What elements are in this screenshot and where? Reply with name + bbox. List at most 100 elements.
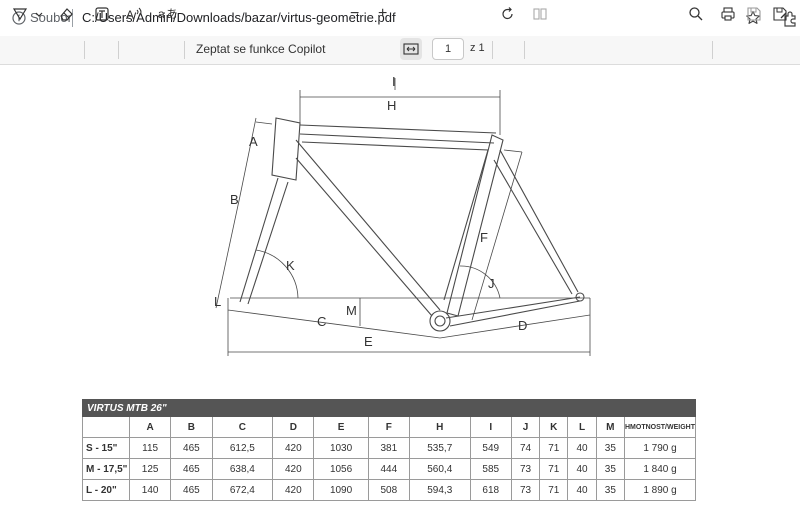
column-header: K — [539, 416, 569, 438]
table-cell: 444 — [367, 458, 410, 480]
dim-label-m: M — [346, 303, 357, 318]
dim-label-d: D — [518, 318, 527, 333]
column-header: M — [595, 416, 626, 438]
table-cell: 465 — [170, 479, 213, 501]
table-cell: 1 840 g — [624, 458, 696, 480]
column-header: E — [313, 416, 369, 438]
ask-copilot-button[interactable]: Zeptat se funkce Copilot — [196, 42, 325, 56]
svg-text:あ: あ — [166, 7, 176, 21]
column-header: B — [170, 416, 213, 438]
page-view-button[interactable] — [532, 5, 548, 23]
dim-label-k: K — [286, 258, 295, 273]
table-title: VIRTUS MTB 26" — [82, 399, 696, 417]
column-header: C — [211, 416, 274, 438]
dim-label-b: B — [230, 192, 239, 207]
address-bar: Soubor C:/Users/Admin/Downloads/bazar/vi… — [0, 0, 800, 37]
toolbar-divider — [184, 41, 185, 59]
geometry-table: VIRTUS MTB 26" A B C D E F H I J K L M H… — [82, 399, 696, 501]
table-cell: 40 — [567, 479, 597, 501]
size-cell: S - 15" — [82, 437, 130, 459]
table-cell: 420 — [272, 437, 315, 459]
column-header: J — [510, 416, 541, 438]
fit-width-button[interactable] — [400, 38, 422, 60]
table-caption-row: VIRTUS MTB 26" — [82, 399, 696, 417]
table-cell: 73 — [510, 458, 541, 480]
table-cell: 1090 — [313, 479, 369, 501]
text-box-icon — [95, 7, 109, 21]
dim-label-c: C — [317, 314, 326, 329]
table-cell: 672,4 — [211, 479, 274, 501]
column-header: F — [367, 416, 410, 438]
two-page-icon — [533, 8, 547, 20]
table-cell: 1 790 g — [624, 437, 696, 459]
rotate-button[interactable] — [500, 5, 516, 23]
text-button[interactable] — [94, 5, 110, 23]
table-cell: 612,5 — [211, 437, 274, 459]
draw-button[interactable] — [12, 5, 28, 23]
column-header: A — [128, 416, 172, 438]
size-cell: L - 20" — [82, 479, 130, 501]
table-cell: 35 — [595, 479, 626, 501]
toolbar-divider — [118, 41, 119, 59]
table-cell: 140 — [128, 479, 172, 501]
table-cell: 535,7 — [408, 437, 471, 459]
table-cell: 71 — [539, 437, 569, 459]
dim-label-j: J — [488, 276, 495, 291]
page-number-input[interactable]: 1 — [432, 38, 464, 60]
column-header: L — [567, 416, 597, 438]
table-cell: 381 — [367, 437, 410, 459]
table-cell: 549 — [469, 437, 512, 459]
search-button[interactable] — [688, 5, 704, 23]
dim-label-a: A — [249, 134, 258, 149]
dim-label-f: F — [480, 230, 488, 245]
save-button[interactable] — [746, 5, 762, 23]
chevron-down-icon — [35, 12, 43, 17]
dim-label-h: H — [387, 98, 396, 113]
toolbar-divider — [492, 41, 493, 59]
size-cell: M - 17,5" — [82, 458, 130, 480]
save-icon — [747, 7, 761, 21]
column-header: D — [272, 416, 315, 438]
table-cell: 74 — [510, 437, 541, 459]
zoom-in-button[interactable]: + — [378, 5, 387, 23]
table-header-row: A B C D E F H I J K L M HMOTNOST/WEIGHT — [82, 416, 696, 438]
draw-icon — [12, 8, 28, 21]
svg-text:a: a — [158, 7, 165, 21]
table-row: S - 15" 115 465 612,5 420 1030 381 535,7… — [82, 437, 696, 459]
draw-options-button[interactable] — [34, 5, 44, 23]
table-cell: 585 — [469, 458, 512, 480]
dim-label-l: L — [214, 294, 221, 309]
translate-button[interactable]: aあ — [158, 5, 176, 23]
table-cell: 618 — [469, 479, 512, 501]
toolbar-divider — [524, 41, 525, 59]
toolbar-divider — [84, 41, 85, 59]
table-cell: 115 — [128, 437, 172, 459]
search-icon — [689, 7, 703, 21]
table-row: M - 17,5" 125 465 638,4 420 1056 444 560… — [82, 458, 696, 480]
save-as-button[interactable] — [772, 5, 788, 23]
table-cell: 40 — [567, 458, 597, 480]
erase-button[interactable] — [58, 5, 74, 23]
table-cell: 420 — [272, 458, 315, 480]
table-cell: 508 — [367, 479, 410, 501]
table-cell: 125 — [128, 458, 172, 480]
table-cell: 560,4 — [408, 458, 471, 480]
save-as-icon — [773, 7, 787, 21]
table-cell: 40 — [567, 437, 597, 459]
read-aloud-icon: A — [126, 7, 142, 22]
table-cell: 1056 — [313, 458, 369, 480]
table-cell: 594,3 — [408, 479, 471, 501]
column-header: H — [408, 416, 471, 438]
zoom-out-button[interactable]: − — [350, 5, 359, 23]
fit-width-icon — [403, 43, 419, 55]
table-cell: 638,4 — [211, 458, 274, 480]
print-button[interactable] — [720, 5, 736, 23]
print-icon — [721, 7, 735, 21]
read-aloud-button[interactable]: A — [126, 5, 144, 23]
eraser-icon — [60, 8, 73, 21]
table-cell: 73 — [510, 479, 541, 501]
table-cell: 465 — [170, 458, 213, 480]
rotate-icon — [502, 7, 513, 20]
column-header: HMOTNOST/WEIGHT — [624, 416, 696, 438]
dim-label-i: I — [392, 74, 396, 89]
